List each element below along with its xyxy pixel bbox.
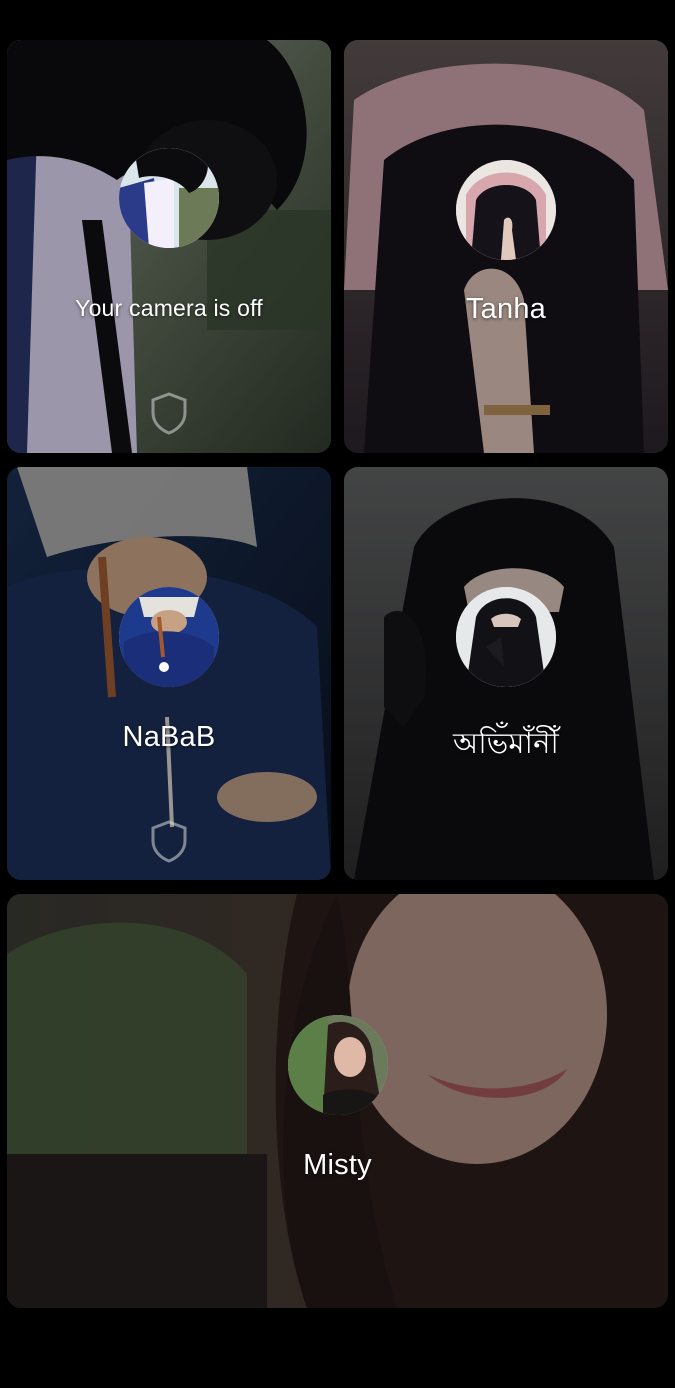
shield-icon [149, 391, 189, 435]
video-tile-abhimani[interactable]: অভিঁমাঁনীঁ [344, 467, 668, 880]
video-tile-misty[interactable]: Misty [7, 894, 668, 1308]
participant-name: NaBaB [122, 721, 216, 753]
participant-name: অভিঁমাঁনীঁ [453, 728, 559, 760]
participant-name: Misty [303, 1149, 372, 1181]
participant-name: Tanha [465, 293, 546, 325]
participant-avatar [119, 148, 219, 248]
participant-avatar [287, 1015, 388, 1115]
participant-name: Your camera is off [75, 295, 263, 321]
shield-icon [149, 819, 189, 863]
participant-avatar [456, 160, 556, 260]
participant-avatar [119, 587, 219, 687]
video-tile-nabab[interactable]: NaBaB [7, 467, 331, 880]
video-tile-self[interactable]: Your camera is off [7, 40, 331, 453]
video-tile-tanha[interactable]: Tanha [344, 40, 668, 453]
participant-avatar [456, 587, 556, 687]
